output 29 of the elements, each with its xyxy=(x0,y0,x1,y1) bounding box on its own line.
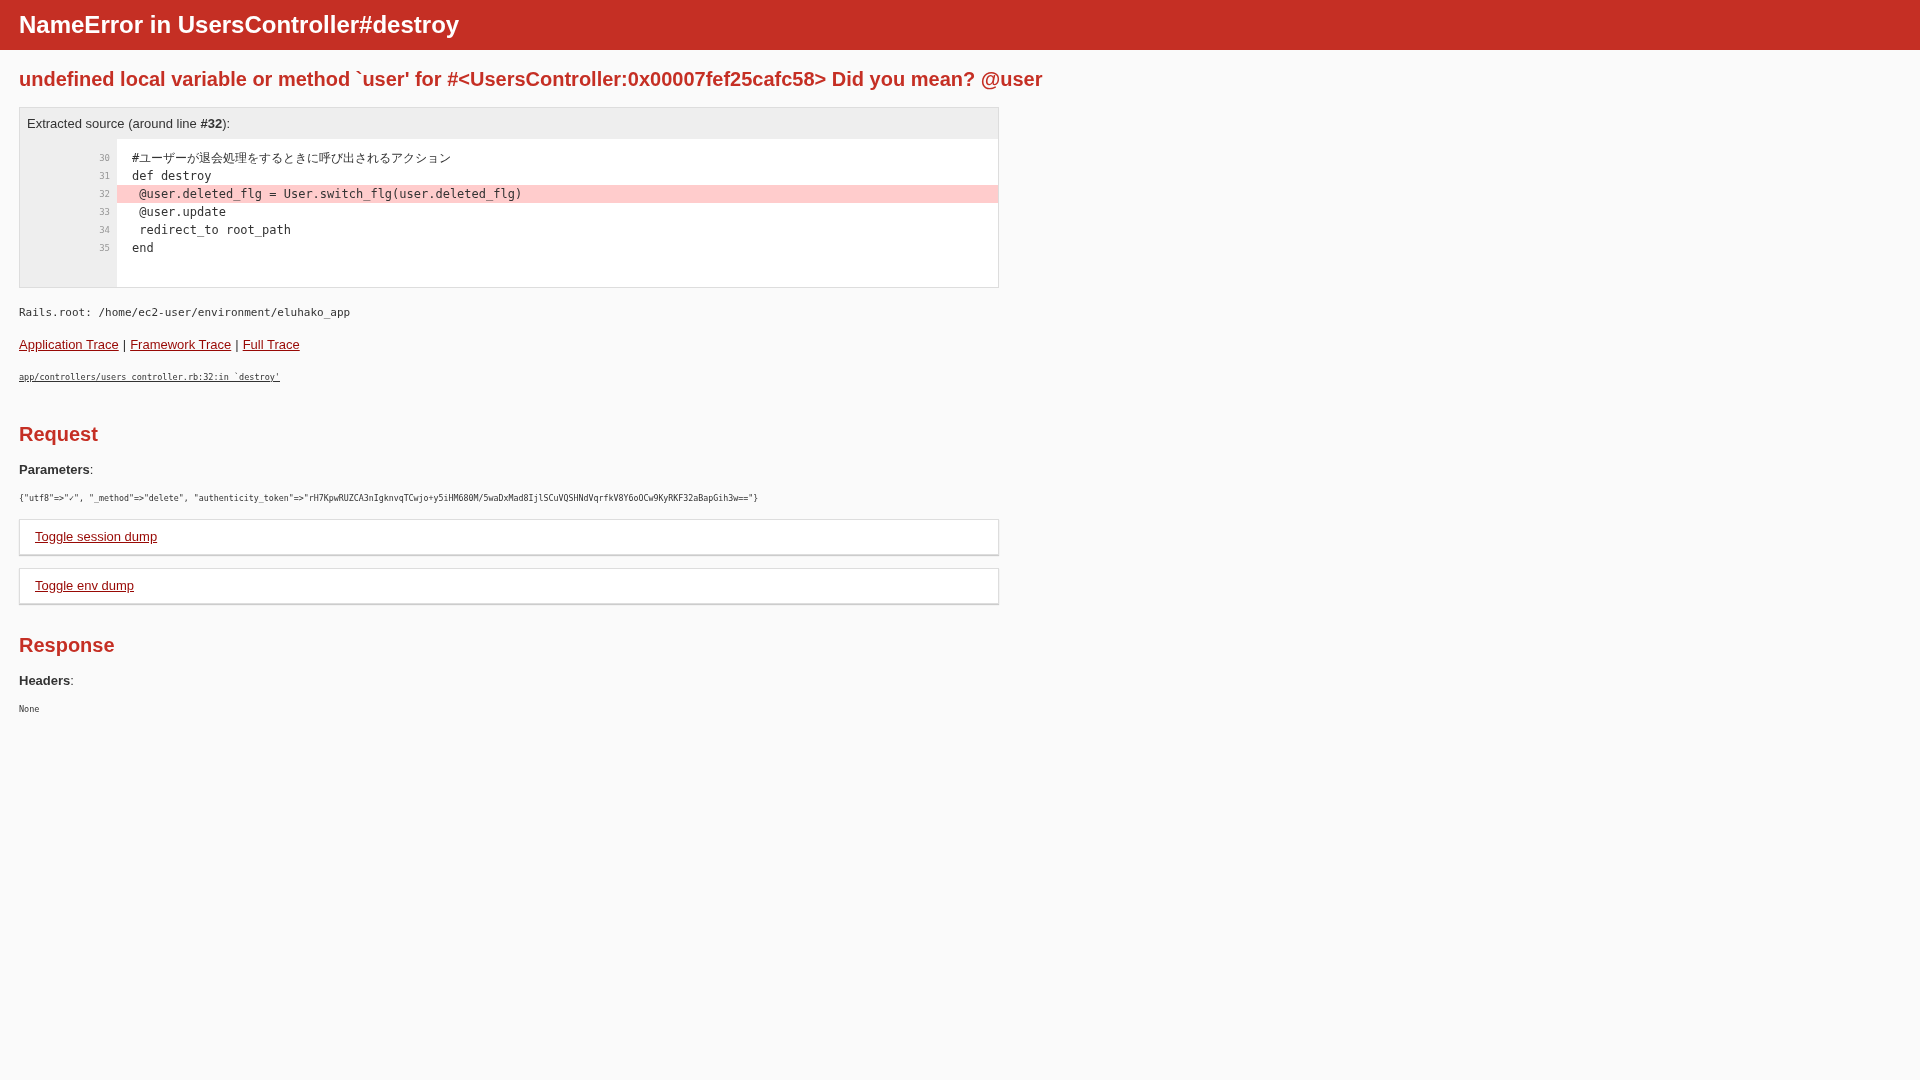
line-number: 32 xyxy=(99,188,110,201)
section-heading: Request xyxy=(19,423,99,446)
source-label: Extracted source (around line #32): xyxy=(27,116,231,131)
error-title: NameError in UsersController#destroy xyxy=(19,11,460,39)
headers-label: Headers: xyxy=(19,673,74,688)
error-message: undefined local variable or method `user' for #<UsersController:0x00007fef25cafc58> Did you mean? @user xyxy=(19,68,1044,91)
line-number: 33 xyxy=(99,206,110,219)
trace-line-link[interactable]: app/controllers/users_controller.rb:32:in `destroy' xyxy=(19,372,280,382)
line-number: 35 xyxy=(99,242,110,255)
trace-link[interactable]: Full Trace xyxy=(242,337,300,352)
headers-dump: None xyxy=(19,704,41,714)
parameters-label: Parameters: xyxy=(19,462,94,477)
code-line: def destroy xyxy=(131,168,213,185)
separator: | xyxy=(235,337,239,352)
code-line: redirect_to root_path xyxy=(138,222,292,239)
line-number: 31 xyxy=(99,170,110,183)
rails-root: Rails.root: /home/ec2-user/environment/eluhako_app xyxy=(19,306,352,319)
trace-link[interactable]: Framework Trace xyxy=(130,337,232,352)
code-line: end xyxy=(131,240,155,257)
separator: | xyxy=(122,337,127,352)
trace-link[interactable]: Application Trace xyxy=(19,337,119,352)
parameters-dump: {"utf8"=>"✓", "_method"=>"delete", "authenticity_token"=>"rH7KpwRUZCA3nIgknvqTCwjo+y5iHM680M/5waDxMad8IjlSCuVQSHNdVqrfkV8Y6oOCw9KyRKF32aBapGih3w=="} xyxy=(19,493,760,503)
line-number: 34 xyxy=(99,224,110,237)
toggle-link[interactable]: Toggle env dump xyxy=(35,578,134,593)
code-line: #ユーザーが退会処理をするときに呼び出されるアクション xyxy=(131,150,453,167)
code-line: @user.update xyxy=(138,204,227,221)
line-number: 30 xyxy=(99,152,110,165)
toggle-link[interactable]: Toggle session dump xyxy=(35,529,158,544)
section-heading: Response xyxy=(19,634,116,657)
